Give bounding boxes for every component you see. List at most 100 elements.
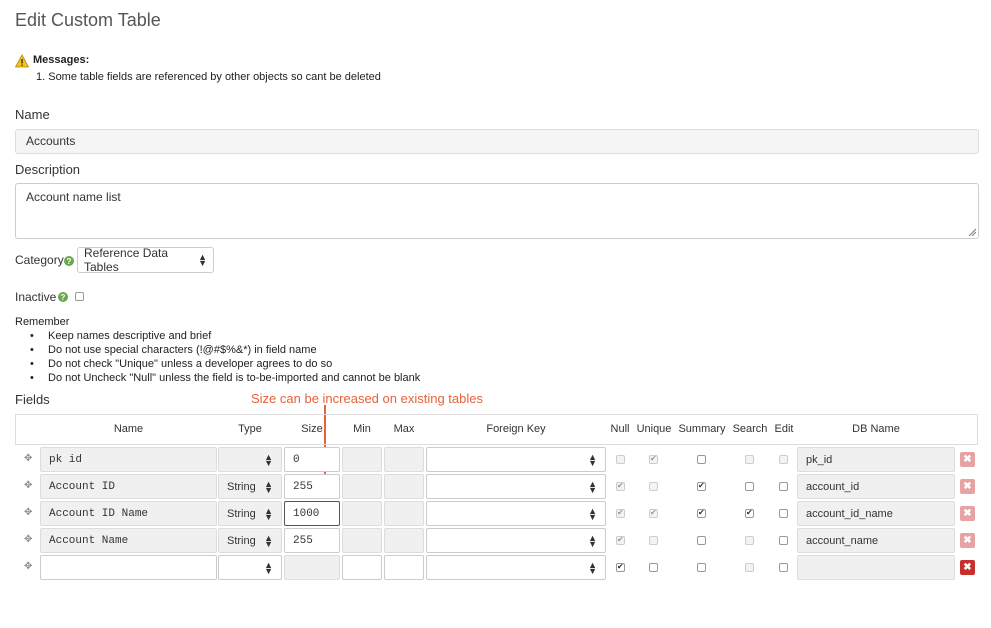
description-field[interactable]: Account name list — [15, 183, 979, 239]
field-db-name-input — [797, 555, 955, 580]
drag-handle-icon[interactable]: ✥ — [24, 562, 32, 572]
edit-checkbox[interactable] — [779, 509, 788, 518]
category-select[interactable]: Reference Data Tables ▲ ▼ — [77, 246, 214, 274]
description-label: Description — [15, 162, 81, 177]
field-name-input[interactable] — [40, 555, 217, 580]
col-header-max: Max — [393, 423, 415, 435]
null-checkbox[interactable] — [616, 563, 625, 572]
help-icon[interactable]: ? — [58, 292, 68, 302]
summary-checkbox[interactable] — [697, 455, 706, 464]
select-arrows-icon: ▲ ▼ — [588, 478, 597, 495]
field-max-input[interactable] — [384, 447, 424, 472]
field-size-input[interactable]: 1000 — [284, 501, 340, 526]
field-type-select[interactable]: String ▲ ▼ — [218, 501, 282, 526]
field-foreign-key-select[interactable]: ▲ ▼ — [426, 474, 606, 499]
name-field[interactable]: Accounts — [15, 129, 979, 154]
field-max-input[interactable] — [384, 528, 424, 553]
search-checkbox — [745, 455, 754, 464]
col-header-size: Size — [301, 423, 323, 435]
field-type-select[interactable]: ▲ ▼ — [218, 447, 282, 472]
message-item: 1. Some table fields are referenced by o… — [36, 71, 381, 83]
category-label: Category — [15, 253, 64, 267]
field-foreign-key-select[interactable]: ▲ ▼ — [426, 501, 606, 526]
summary-checkbox[interactable] — [697, 482, 706, 491]
select-arrows-icon: ▲ ▼ — [588, 559, 597, 576]
null-checkbox — [616, 509, 625, 518]
field-name-input[interactable]: pk id — [40, 447, 217, 472]
summary-checkbox[interactable] — [697, 509, 706, 518]
fields-label: Fields — [15, 392, 50, 407]
field-type-select[interactable]: String ▲ ▼ — [218, 474, 282, 499]
field-size-input[interactable]: 255 — [284, 528, 340, 553]
field-min-input[interactable] — [342, 447, 382, 472]
delete-field-button[interactable]: ✖ — [960, 533, 975, 548]
field-type-value: String — [227, 480, 256, 493]
select-arrows-icon: ▲ ▼ — [588, 451, 597, 468]
delete-field-button[interactable]: ✖ — [960, 560, 975, 575]
drag-handle-icon[interactable]: ✥ — [24, 454, 32, 464]
field-name-input[interactable]: Account ID — [40, 474, 217, 499]
unique-checkbox — [649, 536, 658, 545]
messages-title: Messages: — [33, 54, 90, 66]
field-min-input[interactable] — [342, 555, 382, 580]
field-name-input[interactable]: Account Name — [40, 528, 217, 553]
field-max-input[interactable] — [384, 474, 424, 499]
field-max-input[interactable] — [384, 555, 424, 580]
field-type-value: String — [227, 507, 256, 520]
field-type-select[interactable]: String ▲ ▼ — [218, 528, 282, 553]
select-arrows-icon: ▲ ▼ — [264, 559, 273, 576]
field-min-input[interactable] — [342, 501, 382, 526]
description-text: Account name list — [26, 190, 121, 204]
field-db-name-input: account_id_name — [797, 501, 955, 526]
remember-title: Remember — [15, 316, 70, 328]
delete-field-button[interactable]: ✖ — [960, 506, 975, 521]
col-header-name: Name — [113, 423, 144, 435]
field-db-name-input: pk_id — [797, 447, 955, 472]
field-max-input[interactable] — [384, 501, 424, 526]
unique-checkbox — [649, 509, 658, 518]
inactive-checkbox[interactable] — [75, 292, 84, 301]
unique-checkbox[interactable] — [649, 563, 658, 572]
unique-checkbox — [649, 455, 658, 464]
category-value: Reference Data Tables — [84, 246, 169, 274]
edit-checkbox[interactable] — [779, 482, 788, 491]
col-header-search: Search — [732, 423, 768, 435]
field-type-select[interactable]: ▲ ▼ — [218, 555, 282, 580]
select-arrows-icon: ▲ ▼ — [588, 505, 597, 522]
edit-checkbox[interactable] — [779, 536, 788, 545]
col-header-min: Min — [353, 423, 371, 435]
delete-field-button[interactable]: ✖ — [960, 479, 975, 494]
drag-handle-icon[interactable]: ✥ — [24, 481, 32, 491]
field-foreign-key-select[interactable]: ▲ ▼ — [426, 555, 606, 580]
drag-handle-icon[interactable]: ✥ — [24, 508, 32, 518]
search-checkbox[interactable] — [745, 509, 754, 518]
summary-checkbox[interactable] — [697, 536, 706, 545]
help-icon[interactable]: ? — [64, 256, 74, 266]
select-arrows-icon: ▲ ▼ — [264, 505, 273, 522]
field-size-input[interactable] — [284, 555, 340, 580]
select-arrows-icon: ▲ ▼ — [588, 532, 597, 549]
null-checkbox — [616, 482, 625, 491]
field-min-input[interactable] — [342, 528, 382, 553]
edit-checkbox — [779, 455, 788, 464]
col-header-summary: Summary — [678, 423, 726, 435]
field-size-input[interactable]: 255 — [284, 474, 340, 499]
summary-checkbox[interactable] — [697, 563, 706, 572]
resize-handle-icon[interactable] — [968, 228, 976, 236]
page-title: Edit Custom Table — [15, 10, 161, 30]
search-checkbox — [745, 536, 754, 545]
select-arrows-icon: ▲ ▼ — [264, 451, 273, 468]
edit-checkbox[interactable] — [779, 563, 788, 572]
field-foreign-key-select[interactable]: ▲ ▼ — [426, 528, 606, 553]
field-foreign-key-select[interactable]: ▲ ▼ — [426, 447, 606, 472]
search-checkbox — [745, 563, 754, 572]
drag-handle-icon[interactable]: ✥ — [24, 535, 32, 545]
inactive-label: Inactive — [15, 290, 57, 304]
search-checkbox[interactable] — [745, 482, 754, 491]
field-name-input[interactable]: Account ID Name — [40, 501, 217, 526]
delete-field-button[interactable]: ✖ — [960, 452, 975, 467]
field-size-input[interactable]: 0 — [284, 447, 340, 472]
field-min-input[interactable] — [342, 474, 382, 499]
annotation-callout: Size can be increased on existing tables — [251, 391, 483, 406]
select-arrows-icon: ▲ ▼ — [264, 478, 273, 495]
